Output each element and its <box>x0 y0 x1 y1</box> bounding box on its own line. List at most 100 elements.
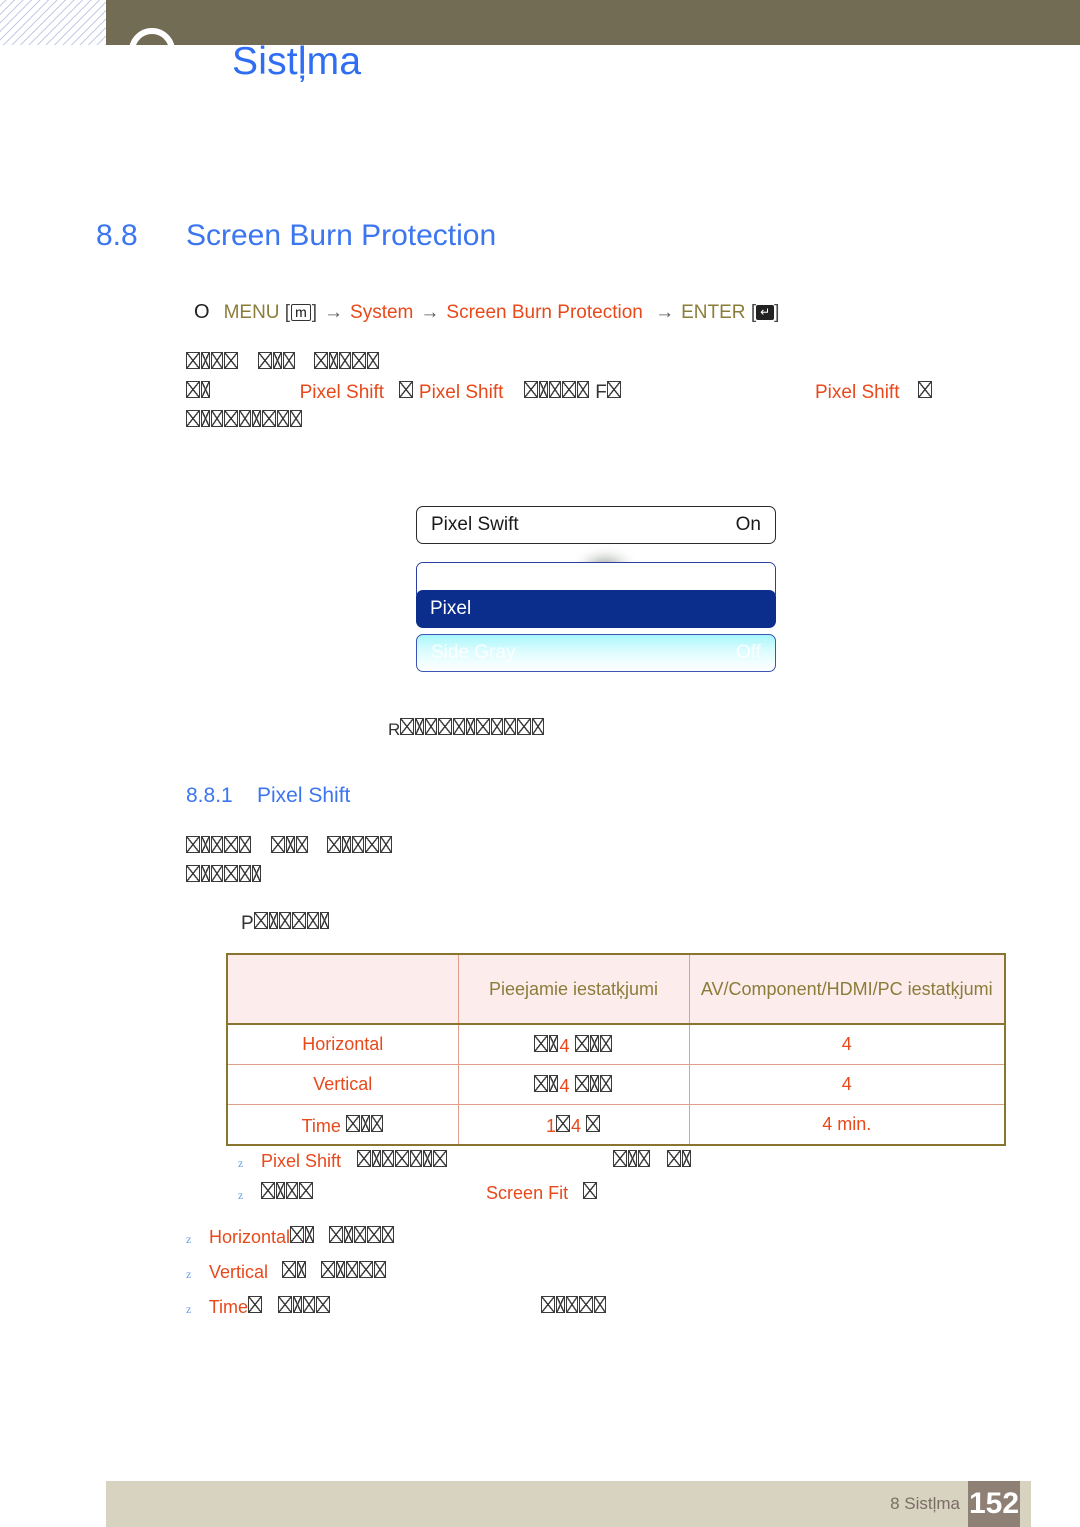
tofu-run <box>400 718 545 739</box>
enter-label: ENTER <box>681 302 746 323</box>
tofu-run <box>290 1226 315 1247</box>
tofu-run <box>186 381 211 403</box>
section-title: Screen Burn Protection <box>186 219 497 252</box>
table-cell-available: 14 <box>457 1104 690 1146</box>
bullet-icon: z <box>186 1267 192 1281</box>
menu-path: O MENU [m] → System → Screen Burn Protection … <box>194 301 779 324</box>
intro-line2-f: F <box>595 382 607 403</box>
bullet-item-vertical: z Vertical <box>186 1261 387 1283</box>
menu-key-bracket: [m] <box>284 302 318 323</box>
table-cell-setting: 4 min. <box>688 1104 1006 1146</box>
note-label-pixel-shift: Pixel Shift <box>261 1151 342 1171</box>
enter-key-icon: ↵ <box>756 305 775 321</box>
osd-row-value: Off <box>736 642 761 663</box>
tofu-run <box>398 381 414 403</box>
tofu-run <box>270 836 309 858</box>
tofu-run <box>248 1296 263 1317</box>
tofu-run <box>186 410 303 432</box>
footer-page-number: 152 <box>968 1481 1020 1527</box>
note-bullet-icon: z <box>238 1156 244 1170</box>
bullet-item-horizontal: z Horizontal <box>186 1226 395 1248</box>
tofu-run <box>345 1114 384 1136</box>
menu-item-screen-burn-protection: Screen Burn Protection <box>446 302 643 323</box>
table-cell-available-mid: 4 <box>570 1115 581 1136</box>
table-cell-label: Vertical <box>226 1064 459 1105</box>
tofu-run <box>583 1182 598 1203</box>
bullet-icon: z <box>186 1232 192 1246</box>
tofu-run <box>541 1296 607 1317</box>
note-item: z Screen Fit <box>238 1182 598 1204</box>
note-label-screen-fit: Screen Fit <box>486 1183 569 1203</box>
table-cell-available: 4 <box>457 1023 690 1065</box>
tofu-run <box>257 352 296 374</box>
table-header-cell-settings: AV/Component/HDMI/PC iestatķjumi <box>688 953 1006 1025</box>
tofu-run <box>586 1114 601 1136</box>
sub-body-line-3: P <box>241 912 330 934</box>
section-number: 8.8 <box>96 219 138 252</box>
tofu-run <box>261 1182 314 1203</box>
tofu-run <box>613 1150 651 1171</box>
note-item: z Pixel Shift <box>238 1150 692 1172</box>
osd-row-side-gray[interactable]: Side Gray Off <box>416 634 776 672</box>
arrow-1-icon: → <box>324 302 344 323</box>
sub-body-line-2 <box>186 865 262 885</box>
tofu-run <box>357 1150 448 1171</box>
intro-line-2-right: Pixel Shift <box>815 381 933 403</box>
osd-row-pixel-selected[interactable]: Pixel <box>416 590 776 628</box>
enter-key-bracket: [↵] <box>750 302 780 323</box>
footer-chapter-label: 8 Sistļma <box>890 1494 960 1513</box>
table-cell-available-value: 1 <box>545 1115 556 1136</box>
subsection-title: Pixel Shift <box>257 784 351 807</box>
tofu-run <box>918 381 933 403</box>
intro-line-1 <box>186 352 380 372</box>
subsection-number: 8.8.1 <box>186 784 233 807</box>
osd-row-value: On <box>735 514 761 535</box>
table-cell-label-text: Time <box>301 1115 341 1136</box>
osd-row-pixel-swift[interactable]: Pixel Swift On <box>416 506 776 544</box>
tofu-run <box>327 836 393 858</box>
tofu-run <box>667 1150 692 1171</box>
tofu-run <box>574 1074 613 1096</box>
table-cell-label: Time <box>226 1104 459 1146</box>
tofu-run <box>278 1296 331 1317</box>
tofu-run <box>606 381 622 403</box>
tofu-run <box>329 1226 395 1247</box>
tofu-run <box>314 352 380 374</box>
table-header-row: Pieejamie iestatķjumi AV/Component/HDMI/… <box>226 953 1006 1025</box>
osd-row-label: Pixel <box>430 598 472 619</box>
osd-row-hidden-fade <box>417 563 775 589</box>
sub-body-line-1 <box>186 836 393 856</box>
table-header-cell-available: Pieejamie iestatķjumi <box>457 953 690 1025</box>
osd-caption: R <box>388 718 545 738</box>
intro-line-3 <box>186 410 303 430</box>
menu-key-icon: m <box>291 304 311 322</box>
osd-caption-prefix: R <box>388 720 401 739</box>
tofu-run <box>186 836 252 858</box>
tofu-run <box>186 352 239 374</box>
arrow-3-icon: → <box>655 302 675 323</box>
arrow-2-icon: → <box>420 302 440 323</box>
table-cell-available-value: 4 <box>559 1075 570 1096</box>
table-row: Vertical 4 4 <box>226 1064 1006 1105</box>
table-cell-setting: 4 <box>688 1023 1006 1065</box>
note-bullet-icon: z <box>238 1188 244 1202</box>
tofu-run <box>555 1114 571 1136</box>
settings-table: Pieejamie iestatķjumi AV/Component/HDMI/… <box>226 953 1006 1146</box>
tofu-run <box>253 912 330 934</box>
table-row: Time 14 4 min. <box>226 1104 1006 1146</box>
osd-row-label: Pixel Swift <box>431 514 519 535</box>
bullet-icon: z <box>186 1302 192 1316</box>
tofu-run <box>534 1034 559 1056</box>
sub-body-line3-prefix: P <box>241 913 254 934</box>
osd-row-label: Side Gray <box>431 642 516 663</box>
table-cell-available-value: 4 <box>559 1035 570 1056</box>
table-cell-available: 4 <box>457 1064 690 1105</box>
inline-term-pixel-shift-a: Pixel Shift <box>299 382 385 403</box>
tofu-run <box>523 381 590 403</box>
tofu-run <box>574 1034 613 1056</box>
header-band <box>106 0 1080 45</box>
tofu-run <box>534 1074 559 1096</box>
osd-menu-widget[interactable]: Pixel Swift On Pixel Side Gray Off <box>416 506 776 672</box>
header-stripe-decoration <box>0 0 106 45</box>
table-header-cell-blank <box>226 953 459 1025</box>
